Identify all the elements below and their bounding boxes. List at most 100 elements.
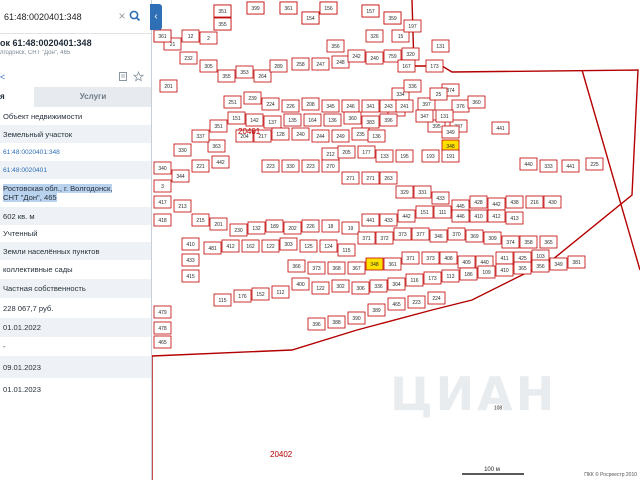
row-cad-number[interactable]: 61:48:0020401:348 xyxy=(0,143,151,161)
parcel-302[interactable]: 302 xyxy=(331,279,350,293)
parcel-124[interactable]: 124 xyxy=(319,239,338,253)
parcel-359[interactable]: 359 xyxy=(383,11,402,25)
parcel-360[interactable]: 360 xyxy=(343,111,362,125)
parcel-136[interactable]: 136 xyxy=(323,113,342,127)
parcel-135[interactable]: 135 xyxy=(283,113,302,127)
parcel-372[interactable]: 372 xyxy=(375,231,394,245)
tab-services[interactable]: Услуги xyxy=(34,87,151,107)
parcel-241[interactable]: 241 xyxy=(395,99,414,113)
parcel-271[interactable]: 271 xyxy=(361,171,380,185)
parcel-353[interactable]: 353 xyxy=(235,65,254,79)
parcel-247[interactable]: 247 xyxy=(311,57,330,71)
parcel-410[interactable]: 410 xyxy=(495,263,514,277)
parcel-363[interactable]: 363 xyxy=(207,139,226,153)
parcel-442[interactable]: 442 xyxy=(397,209,416,223)
parcel-212[interactable]: 212 xyxy=(321,147,340,161)
parcel-381[interactable]: 381 xyxy=(567,255,586,269)
parcel-412[interactable]: 412 xyxy=(221,239,240,253)
parcel-441[interactable]: 441 xyxy=(491,121,510,135)
parcel-433[interactable]: 433 xyxy=(379,213,398,227)
parcel-410[interactable]: 410 xyxy=(181,237,200,251)
parcel-152[interactable]: 152 xyxy=(251,287,270,301)
parcel-242[interactable]: 242 xyxy=(347,49,366,63)
parcel-349[interactable]: 349 xyxy=(549,257,568,271)
parcel-162[interactable]: 162 xyxy=(241,239,260,253)
parcel-2[interactable]: 2 xyxy=(199,31,218,45)
parcel-389[interactable]: 389 xyxy=(367,303,386,317)
parcel-396[interactable]: 396 xyxy=(307,317,326,331)
parcel-377[interactable]: 377 xyxy=(411,227,430,241)
parcel-132[interactable]: 132 xyxy=(247,221,266,235)
parcel-441[interactable]: 441 xyxy=(561,159,580,173)
parcel-225[interactable]: 225 xyxy=(585,157,604,171)
parcel-177[interactable]: 177 xyxy=(357,145,376,159)
parcel-303[interactable]: 303 xyxy=(279,237,298,251)
parcel-154[interactable]: 154 xyxy=(301,11,320,25)
parcel-433[interactable]: 433 xyxy=(431,191,450,205)
parcel-413[interactable]: 413 xyxy=(505,211,524,225)
parcel-232[interactable]: 232 xyxy=(179,51,198,65)
parcel-412[interactable]: 412 xyxy=(487,209,506,223)
parcel-226[interactable]: 226 xyxy=(281,99,300,113)
parcel-446[interactable]: 446 xyxy=(451,209,470,223)
parcel-465[interactable]: 465 xyxy=(153,335,172,349)
parcel-131[interactable]: 131 xyxy=(431,39,450,53)
parcel-189[interactable]: 189 xyxy=(265,219,284,233)
parcel-243[interactable]: 243 xyxy=(379,99,398,113)
parcel-137[interactable]: 137 xyxy=(263,115,282,129)
parcel-128[interactable]: 128 xyxy=(271,127,290,141)
parcel-125[interactable]: 125 xyxy=(299,239,318,253)
parcel-368[interactable]: 368 xyxy=(327,261,346,275)
star-icon[interactable] xyxy=(133,71,144,82)
parcel-18[interactable]: 18 xyxy=(321,219,340,233)
search-button[interactable] xyxy=(128,8,142,24)
parcel-136[interactable]: 136 xyxy=(367,129,386,143)
parcel-351[interactable]: 351 xyxy=(213,4,232,18)
parcel-195[interactable]: 195 xyxy=(395,149,414,163)
parcel-478[interactable]: 478 xyxy=(153,321,172,335)
parcel-230[interactable]: 230 xyxy=(229,223,248,237)
parcel-438[interactable]: 438 xyxy=(505,195,524,209)
parcel-400[interactable]: 400 xyxy=(291,277,310,291)
parcel-361[interactable]: 361 xyxy=(153,29,172,43)
parcel-373[interactable]: 373 xyxy=(393,227,412,241)
parcel-355[interactable]: 355 xyxy=(217,69,236,83)
parcel-373[interactable]: 373 xyxy=(421,251,440,265)
parcel-341[interactable]: 341 xyxy=(361,99,380,113)
back-button[interactable]: < xyxy=(0,70,12,84)
parcel-371[interactable]: 371 xyxy=(357,231,376,245)
parcel-248[interactable]: 248 xyxy=(331,55,350,69)
parcel-376[interactable]: 376 xyxy=(451,99,470,113)
parcel-415[interactable]: 415 xyxy=(181,269,200,283)
parcel-430[interactable]: 430 xyxy=(543,195,562,209)
parcel-345[interactable]: 345 xyxy=(321,99,340,113)
parcel-246[interactable]: 246 xyxy=(341,99,360,113)
parcel-399[interactable]: 399 xyxy=(246,1,265,15)
parcel-186[interactable]: 186 xyxy=(459,267,478,281)
parcel-390[interactable]: 390 xyxy=(347,311,366,325)
parcel-440[interactable]: 440 xyxy=(519,157,538,171)
parcel-365[interactable]: 365 xyxy=(513,261,532,275)
parcel-383[interactable]: 383 xyxy=(361,115,380,129)
parcel-113[interactable]: 113 xyxy=(441,269,460,283)
parcel-360[interactable]: 360 xyxy=(467,95,486,109)
row-quarter[interactable]: 61:48:0020401 xyxy=(0,161,151,179)
parcel-3[interactable]: 3 xyxy=(153,179,172,193)
parcel-371[interactable]: 371 xyxy=(401,251,420,265)
parcel-441[interactable]: 441 xyxy=(361,213,380,227)
parcel-373[interactable]: 373 xyxy=(307,261,326,275)
parcel-326[interactable]: 326 xyxy=(365,29,384,43)
parcel-410[interactable]: 410 xyxy=(469,209,488,223)
parcel-309[interactable]: 309 xyxy=(483,231,502,245)
parcel-226[interactable]: 226 xyxy=(301,219,320,233)
parcel-264[interactable]: 264 xyxy=(253,69,272,83)
map-canvas[interactable]: 2782362018245181190824321122356326153207… xyxy=(152,0,640,480)
parcel-223[interactable]: 223 xyxy=(301,159,320,173)
parcel-224[interactable]: 224 xyxy=(261,97,280,111)
parcel-240[interactable]: 240 xyxy=(365,51,384,65)
parcel-167[interactable]: 167 xyxy=(397,59,416,73)
parcel-351[interactable]: 351 xyxy=(209,119,228,133)
parcel-333[interactable]: 333 xyxy=(539,159,558,173)
parcel-115[interactable]: 115 xyxy=(213,293,232,307)
parcel-239[interactable]: 239 xyxy=(243,91,262,105)
